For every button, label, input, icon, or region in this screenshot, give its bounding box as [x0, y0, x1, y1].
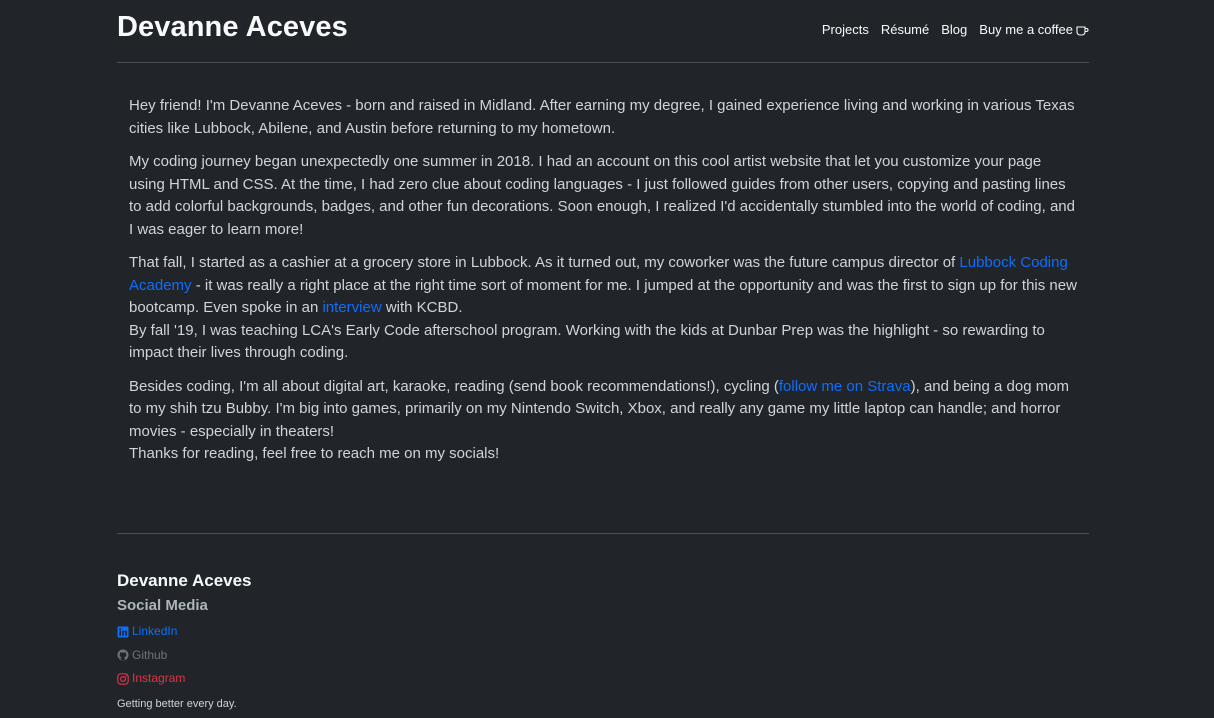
social-list-item: Instagram — [117, 668, 1089, 692]
nav-buy-coffee-label: Buy me a coffee — [979, 22, 1073, 37]
linkedin-link[interactable]: LinkedIn — [117, 621, 177, 642]
thanks-text: Thanks for reading, feel free to reach m… — [129, 445, 500, 462]
about-paragraph-bootcamp: That fall, I started as a cashier at a g… — [129, 252, 1077, 365]
nav-projects-link[interactable]: Projects — [822, 22, 869, 37]
nav-blog-link[interactable]: Blog — [941, 22, 967, 37]
github-link[interactable]: Github — [117, 645, 167, 666]
social-list-item: LinkedIn — [117, 621, 1089, 645]
hobbies-text-start: Besides coding, I'm all about digital ar… — [129, 377, 779, 395]
instagram-label: Instagram — [132, 671, 186, 685]
instagram-icon — [117, 672, 129, 685]
github-label: Github — [132, 647, 168, 662]
site-header: Devanne Aceves Projects Résumé Blog Buy … — [117, 0, 1089, 63]
site-brand-link[interactable]: Devanne Aceves — [117, 11, 348, 44]
bootcamp-text-middle: - it was really a right place at the rig… — [129, 276, 1077, 317]
instagram-link[interactable]: Instagram — [117, 668, 185, 689]
footer-name: Devanne Aceves — [117, 571, 252, 590]
strava-link[interactable]: follow me on Strava — [779, 378, 911, 395]
nav-resume-link[interactable]: Résumé — [881, 22, 929, 37]
about-paragraph-coding-journey: My coding journey began unexpectedly one… — [129, 153, 1075, 238]
main-nav: Projects Résumé Blog Buy me a coffee — [822, 22, 1089, 37]
about-paragraph-hobbies: Besides coding, I'm all about digital ar… — [129, 376, 1077, 466]
social-list-item: Github — [117, 645, 1089, 669]
page-container: Devanne Aceves Projects Résumé Blog Buy … — [117, 0, 1089, 710]
teaching-text: By fall '19, I was teaching LCA's Early … — [129, 321, 1045, 362]
linkedin-icon — [117, 626, 129, 638]
about-section: Hey friend! I'm Devanne Aceves - born an… — [117, 63, 1089, 534]
bootcamp-text-end: with KCBD. — [381, 299, 463, 316]
social-links-list: LinkedIn Github Instagram — [117, 621, 1089, 692]
social-media-heading: Social Media — [117, 597, 208, 614]
coffee-cup-icon — [1076, 24, 1089, 36]
kcbd-interview-link[interactable]: interview — [322, 299, 381, 316]
nav-buy-coffee-link[interactable]: Buy me a coffee — [979, 22, 1089, 37]
site-footer: Devanne Aceves Social Media LinkedIn Git… — [117, 534, 1089, 710]
github-icon — [117, 649, 129, 661]
footer-tagline: Getting better every day. — [117, 697, 237, 710]
bootcamp-text-start: That fall, I started as a cashier at a g… — [129, 254, 960, 271]
linkedin-label: LinkedIn — [132, 624, 178, 638]
about-paragraph-intro: Hey friend! I'm Devanne Aceves - born an… — [129, 97, 1075, 137]
